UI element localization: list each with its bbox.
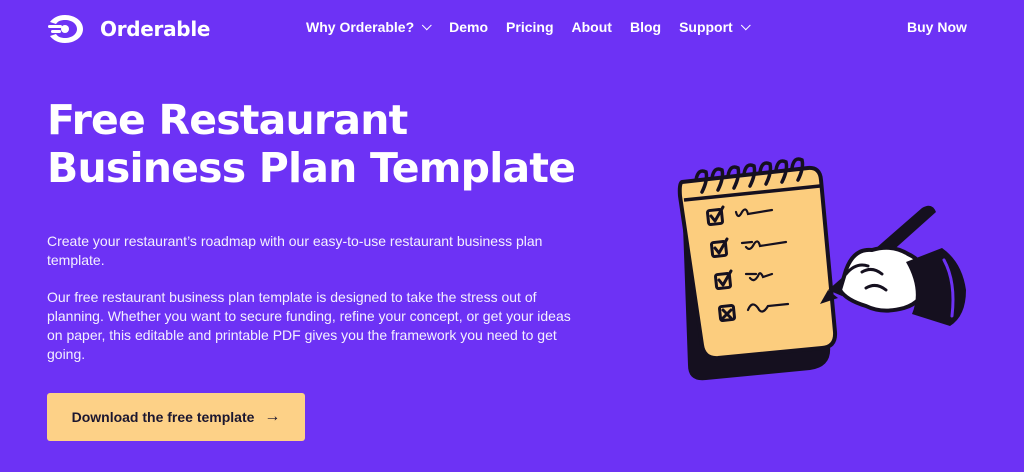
- nav-demo-label: Demo: [449, 19, 489, 35]
- nav-support-label: Support: [679, 19, 733, 35]
- nav-pricing-label: Pricing: [506, 19, 554, 35]
- nav-demo[interactable]: Demo: [449, 19, 488, 35]
- download-template-button[interactable]: Download the free template →: [47, 393, 305, 441]
- nav-support[interactable]: Support: [679, 19, 751, 35]
- nav-blog[interactable]: Blog: [630, 19, 661, 35]
- nav-pricing[interactable]: Pricing: [506, 19, 553, 35]
- main-menu: Why Orderable? Demo Pricing About Blog S…: [306, 19, 751, 35]
- hero-body-text: Our free restaurant business plan templa…: [47, 289, 571, 362]
- logo-wordmark: Orderable: [100, 17, 211, 41]
- arrow-right-icon: →: [264, 408, 281, 425]
- nav-why-orderable-label: Why Orderable?: [306, 19, 415, 35]
- buy-now-link[interactable]: Buy Now: [907, 19, 967, 35]
- nav-blog-label: Blog: [629, 19, 662, 35]
- nav-why-orderable[interactable]: Why Orderable?: [306, 19, 432, 35]
- hero-intro-text: Create your restaurant’s roadmap with ou…: [47, 233, 543, 268]
- orderable-logo[interactable]: Orderable: [47, 13, 210, 45]
- chevron-down-icon: [740, 19, 751, 30]
- nav-about-label: About: [571, 19, 612, 35]
- top-navigation: Orderable Why Orderable? Demo Pricing Ab…: [0, 0, 1024, 58]
- page-title: Free Restaurant Business Plan Template: [47, 96, 576, 192]
- download-template-button-label: Download the free template: [71, 409, 255, 425]
- nav-about[interactable]: About: [572, 19, 612, 35]
- notepad-checklist-icon: [677, 157, 966, 381]
- orderable-logo-icon: [48, 15, 83, 43]
- chevron-down-icon: [421, 19, 432, 30]
